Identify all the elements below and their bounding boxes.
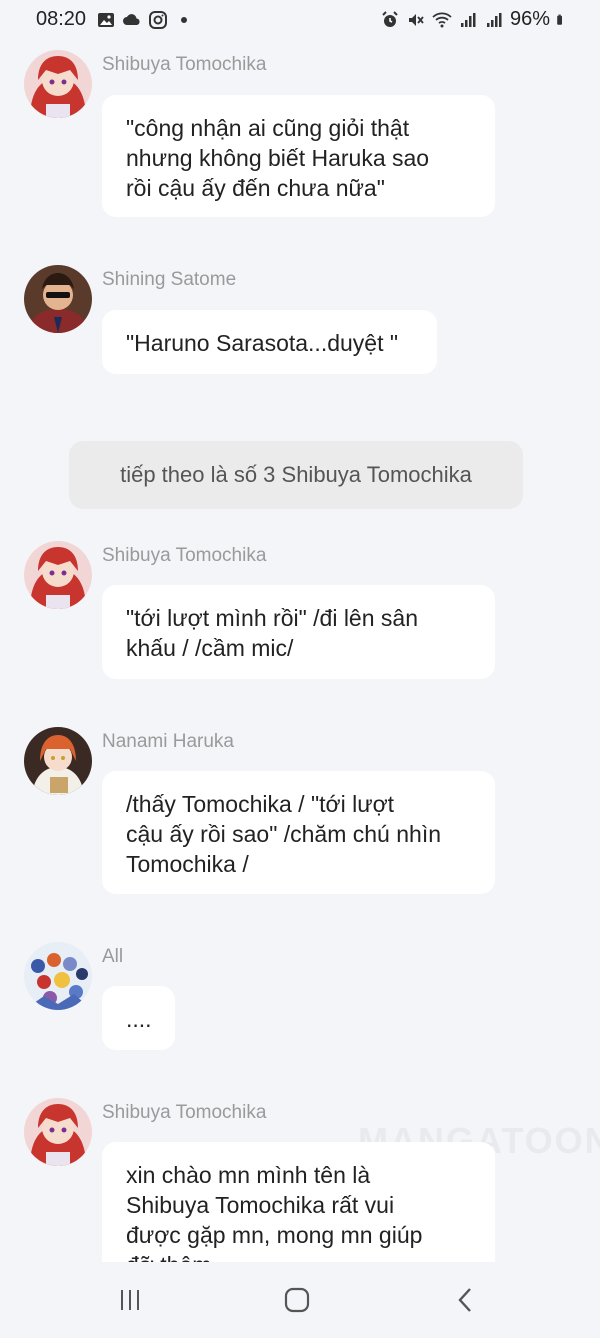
avatar-haruka[interactable] [24, 727, 92, 795]
navigation-bar [0, 1262, 600, 1338]
narration-banner: tiếp theo là số 3 Shibuya Tomochika [69, 441, 523, 509]
message-text-line: được gặp mn, mong mn giúp [126, 1222, 423, 1248]
sender-name: Nanami Haruka [102, 731, 234, 752]
message-text-line: cậu ấy rồi sao" /chăm chú nhìn [126, 821, 442, 847]
message-bubble[interactable]: "công nhận ai cũng giỏi thật nhưng không… [102, 95, 495, 217]
sender-name: All [102, 946, 124, 967]
message-text-line: "Haruno Sarasota...duyệt " [126, 330, 399, 356]
home-button[interactable] [277, 1282, 317, 1318]
message-bubble[interactable]: /thấy Tomochika / "tới lượt cậu ấy rồi s… [102, 771, 495, 894]
sender-name: Shibuya Tomochika [102, 1102, 267, 1123]
message-bubble[interactable]: "Haruno Sarasota...duyệt " [102, 310, 437, 374]
message-bubble[interactable]: "tới lượt mình rồi" /đi lên sân khấu / /… [102, 585, 495, 679]
recents-icon [121, 1290, 139, 1310]
sender-name: Shibuya Tomochika [102, 545, 267, 566]
sender-name: Shibuya Tomochika [102, 54, 267, 75]
chat-area[interactable]: Shibuya Tomochika "công nhận ai cũng giỏ… [0, 0, 600, 1262]
avatar-shibuya[interactable] [24, 1098, 92, 1166]
recents-button[interactable] [110, 1282, 150, 1318]
message-text-line: .... [126, 1006, 152, 1032]
message-text-line: "công nhận ai cũng giỏi thật [126, 115, 410, 141]
message-text-line: "tới lượt mình rồi" /đi lên sân [126, 605, 418, 631]
message-text-line: đỡ thêm [126, 1250, 471, 1262]
message-text-line: Tomochika / [126, 851, 249, 877]
avatar-all[interactable] [24, 942, 92, 1010]
avatar-shibuya[interactable] [24, 50, 92, 118]
avatar-shibuya[interactable] [24, 541, 92, 609]
message-text-line: nhưng không biết Haruka sao [126, 145, 430, 171]
back-button[interactable] [446, 1282, 486, 1318]
home-icon [284, 1287, 310, 1313]
message-bubble[interactable]: .... [102, 986, 175, 1050]
avatar-shining[interactable] [24, 265, 92, 333]
message-text-line: xin chào mn mình tên là [126, 1162, 371, 1188]
message-text-line: /thấy Tomochika / "tới lượt [126, 791, 395, 817]
message-bubble[interactable]: xin chào mn mình tên là Shibuya Tomochik… [102, 1142, 495, 1262]
message-text-line: rồi cậu ấy đến chưa nữa" [126, 175, 385, 201]
sender-name: Shining Satome [102, 269, 237, 290]
message-text-line: khấu / /cầm mic/ [126, 635, 294, 661]
back-icon [458, 1288, 471, 1312]
message-text-line: Shibuya Tomochika rất vui [126, 1192, 395, 1218]
